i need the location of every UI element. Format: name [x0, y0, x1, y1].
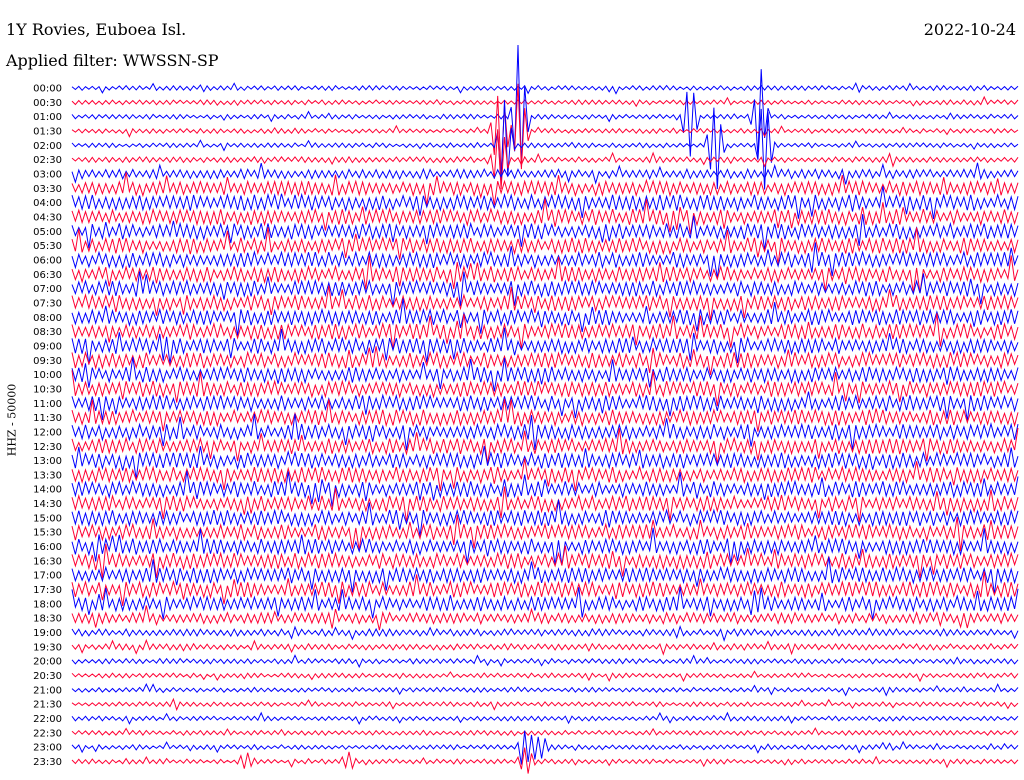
trace-line [71, 654, 1019, 669]
time-tick-label: 10:30 [33, 384, 62, 395]
trace-line [71, 391, 1019, 421]
time-tick-label: 07:30 [33, 298, 62, 309]
time-tick-label: 02:30 [33, 155, 62, 166]
time-tick-label: 05:30 [33, 241, 62, 252]
time-tick-label: 09:00 [33, 341, 62, 352]
trace-line [71, 255, 1019, 294]
trace-line [71, 81, 1019, 95]
trace-line [71, 514, 1019, 552]
time-tick-label: 20:30 [33, 671, 62, 682]
time-tick-label: 08:30 [33, 327, 62, 338]
time-tick-label: 16:30 [33, 556, 62, 567]
trace-line [71, 711, 1019, 726]
helicorder-plot: 00:00 00:30 01:00 01:30 02:00 02:30 03:00 03:30… [33, 44, 1019, 774]
time-tick-label: 03:00 [33, 169, 62, 180]
time-tick-label: 00:00 [33, 84, 62, 95]
trace-line [71, 346, 1019, 376]
time-tick-label: 10:00 [33, 370, 62, 381]
time-tick-label: 06:30 [33, 270, 62, 281]
time-tick-label: 13:30 [33, 470, 62, 481]
trace-line [71, 313, 1019, 350]
time-tick-label: 21:00 [33, 685, 62, 696]
time-tick-label: 19:00 [33, 628, 62, 639]
trace-line [71, 100, 1019, 190]
trace-line [71, 638, 1019, 656]
time-tick-label: 15:30 [33, 528, 62, 539]
time-tick-label: 07:00 [33, 284, 62, 295]
trace-line [71, 486, 1019, 523]
trace-line [71, 556, 1019, 595]
trace-line [71, 605, 1019, 631]
trace-group [71, 44, 1019, 774]
time-tick-label: 04:30 [33, 212, 62, 223]
time-tick-label: 17:30 [33, 585, 62, 596]
time-tick-label: 02:00 [33, 141, 62, 152]
time-tick-label: 05:00 [33, 227, 62, 238]
trace-line [71, 285, 1019, 321]
time-tick-label: 00:30 [33, 98, 62, 109]
trace-line [71, 670, 1019, 683]
time-tick-label: 20:00 [33, 657, 62, 668]
time-tick-label: 17:00 [33, 571, 62, 582]
trace-line [71, 327, 1019, 365]
time-tick-label: 15:00 [33, 513, 62, 524]
trace-line [71, 298, 1019, 336]
time-tick-label: 16:00 [33, 542, 62, 553]
time-tick-label: 12:00 [33, 427, 62, 438]
time-tick-label: 19:30 [33, 642, 62, 653]
trace-line [71, 527, 1019, 566]
trace-line [71, 198, 1019, 235]
time-tick-label: 14:00 [33, 485, 62, 496]
time-tick-label: 13:00 [33, 456, 62, 467]
trace-line [71, 186, 1019, 219]
trace-line [71, 683, 1019, 697]
time-tick-label: 03:30 [33, 184, 62, 195]
trace-line [71, 95, 1019, 108]
time-tick-label: 11:30 [33, 413, 62, 424]
trace-line [71, 214, 1019, 251]
time-tick-label: 01:00 [33, 112, 62, 123]
trace-line [71, 446, 1019, 480]
trace-line [71, 44, 1019, 167]
trace-line [71, 697, 1019, 712]
time-tick-label: 21:30 [33, 700, 62, 711]
trace-line [71, 129, 1019, 190]
trace-line [71, 543, 1019, 579]
time-tick-label: 11:00 [33, 399, 62, 410]
trace-line [71, 458, 1019, 492]
time-tick-label: 23:30 [33, 757, 62, 768]
trace-line [71, 83, 1019, 175]
time-tick-label: 08:00 [33, 313, 62, 324]
time-tick-label: 06:00 [33, 255, 62, 266]
time-tick-label: 18:00 [33, 599, 62, 610]
trace-line [71, 413, 1019, 451]
trace-line [71, 242, 1019, 278]
time-tick-label: 22:30 [33, 728, 62, 739]
time-tick-label: 04:00 [33, 198, 62, 209]
time-tick-label: 09:30 [33, 356, 62, 367]
time-tick-label: 01:30 [33, 126, 62, 137]
trace-line [71, 227, 1019, 265]
trace-line [71, 499, 1019, 537]
time-label-group: 00:00 00:30 01:00 01:30 02:00 02:30 03:00 03:30… [33, 84, 62, 769]
time-tick-label: 14:30 [33, 499, 62, 510]
time-tick-label: 12:30 [33, 442, 62, 453]
trace-line [71, 271, 1019, 307]
time-tick-label: 18:30 [33, 614, 62, 625]
trace-line [71, 747, 1019, 774]
trace-line [71, 625, 1019, 643]
trace-line [71, 727, 1019, 737]
time-tick-label: 23:00 [33, 743, 62, 754]
time-tick-label: 22:00 [33, 714, 62, 725]
trace-line [71, 357, 1019, 392]
